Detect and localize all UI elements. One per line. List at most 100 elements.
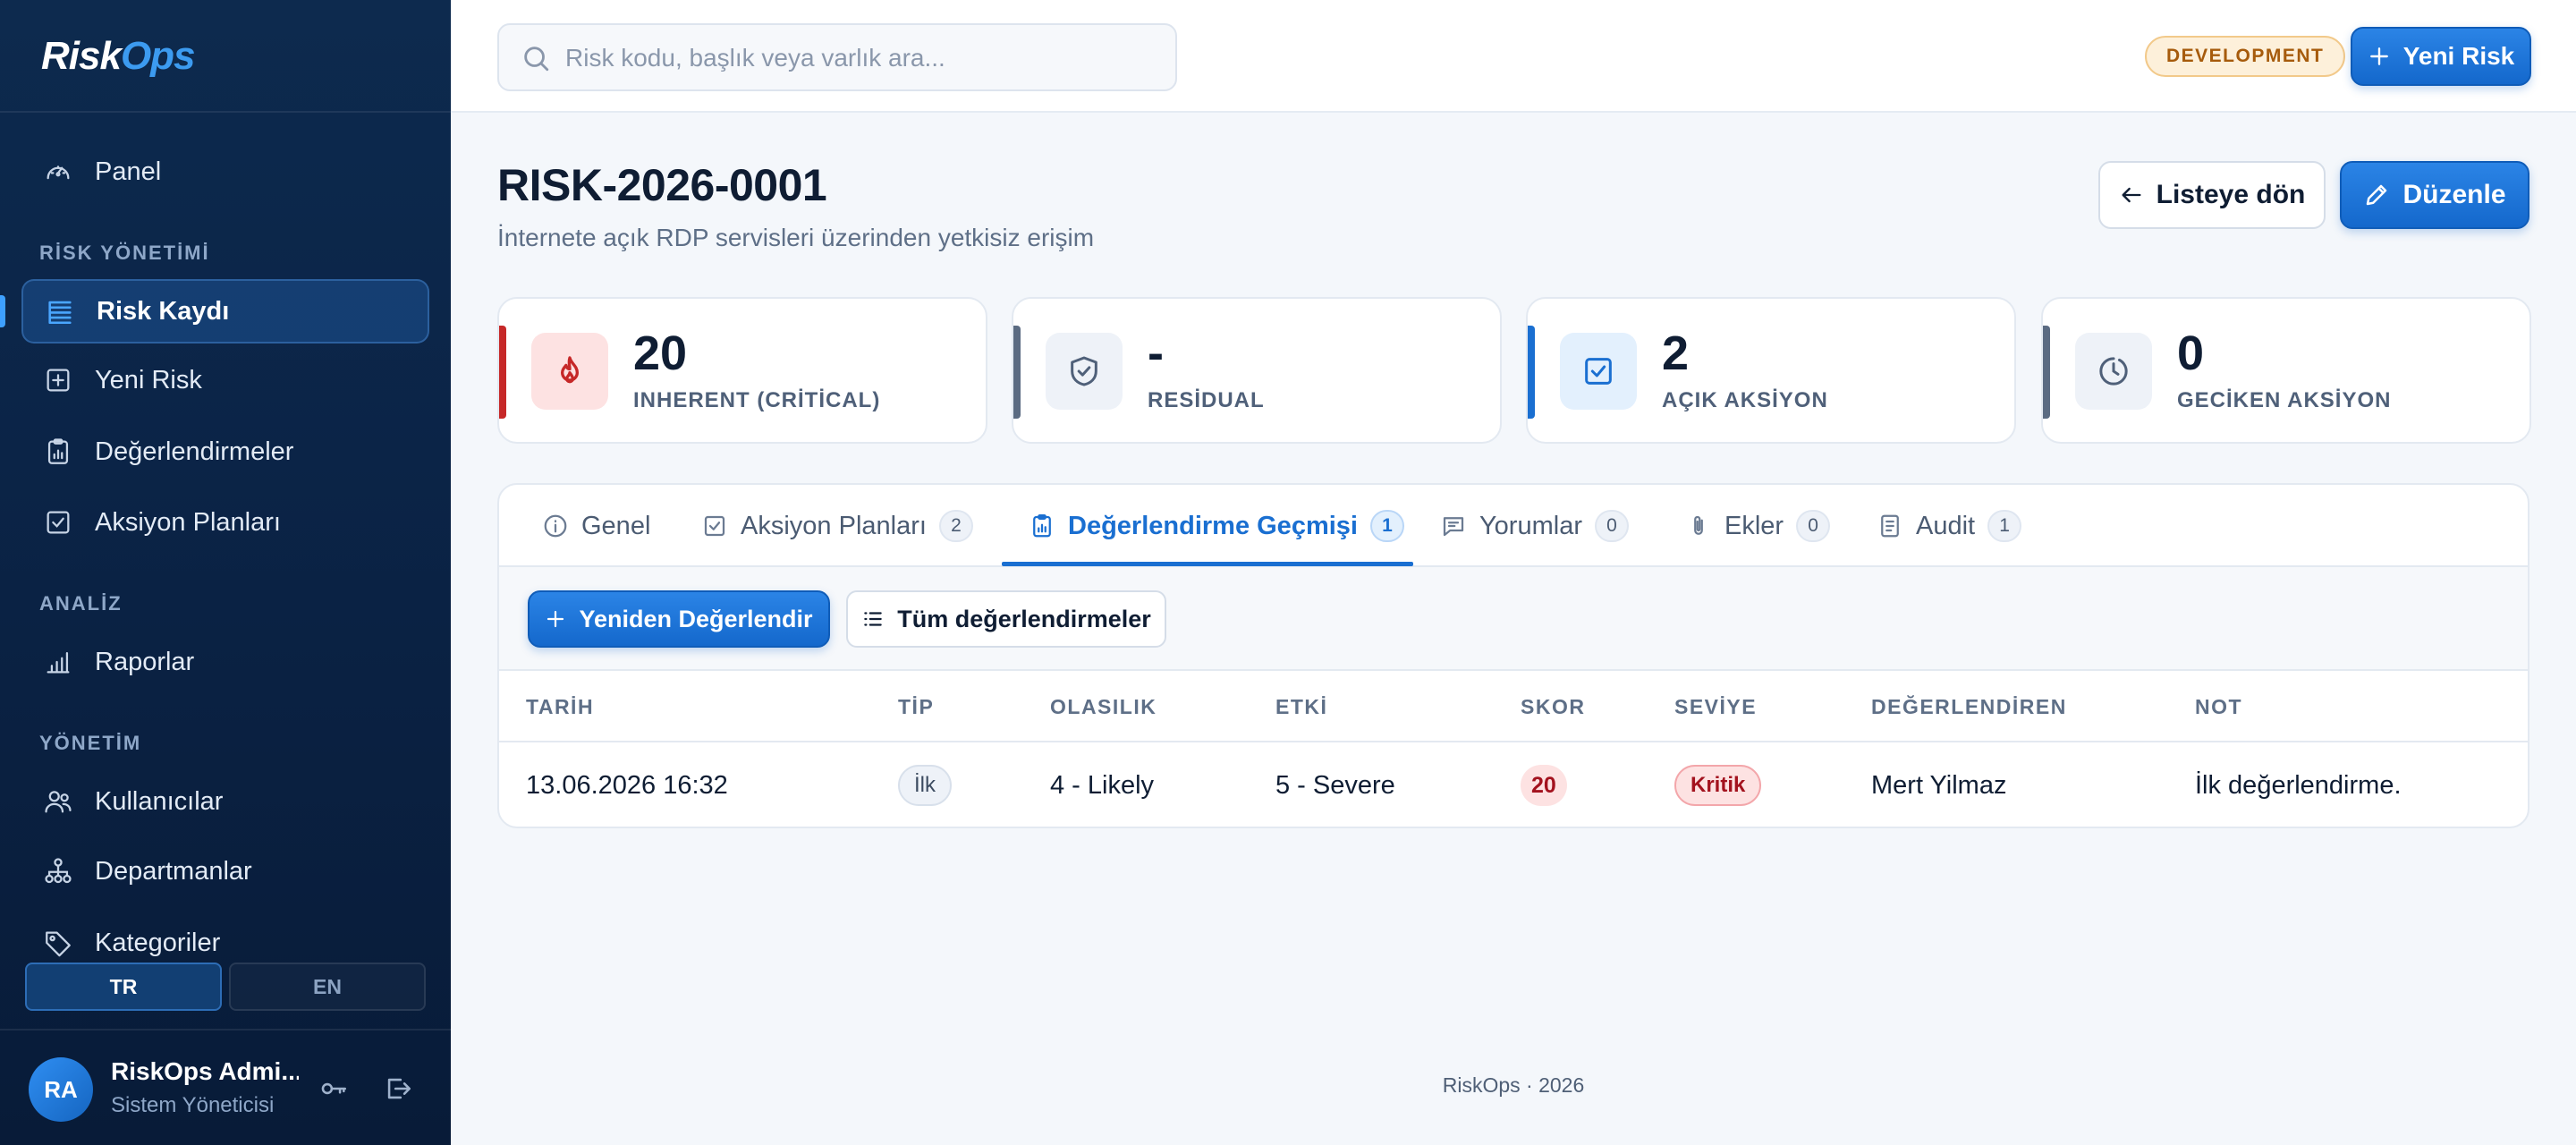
tag-icon bbox=[46, 931, 71, 957]
search-input[interactable] bbox=[565, 38, 1156, 79]
cell-score: 20 bbox=[1521, 742, 1567, 827]
column-header-note[interactable]: NOT bbox=[2195, 671, 2242, 742]
type-badge: İlk bbox=[898, 765, 952, 806]
plus-square-icon bbox=[47, 369, 70, 392]
sidebar-item-label: Kategoriler bbox=[95, 928, 221, 957]
tab-general[interactable]: Genel bbox=[542, 485, 650, 567]
kpi-label: INHERENT (CRİTİCAL) bbox=[633, 388, 881, 412]
plus-icon bbox=[2369, 47, 2388, 65]
back-button-label: Listeye dön bbox=[2156, 180, 2306, 209]
environment-badge: DEVELOPMENT bbox=[2145, 36, 2346, 77]
reassess-button[interactable]: Yeniden Değerlendir bbox=[528, 590, 830, 648]
org-chart-icon bbox=[45, 858, 72, 884]
kpi-card-open-actions: 2 AÇIK AKSİYON bbox=[1526, 297, 2016, 444]
user-role: Sistem Yöneticisi bbox=[111, 1093, 275, 1117]
sidebar-item-users[interactable]: Kullanıcılar bbox=[21, 769, 429, 834]
column-header-date[interactable]: TARİH bbox=[526, 671, 594, 742]
app-logo[interactable]: RiskOps bbox=[41, 34, 196, 79]
sidebar-item-risk-register[interactable]: Risk Kaydı bbox=[21, 279, 429, 344]
level-badge: Kritik bbox=[1674, 765, 1762, 806]
tab-label: Audit bbox=[1916, 511, 1976, 540]
tab-count-badge: 1 bbox=[1987, 510, 2022, 542]
clipboard-icon bbox=[47, 438, 69, 464]
users-icon bbox=[45, 791, 72, 813]
kpi-accent-bar bbox=[2043, 326, 2050, 419]
tab-label: Aksiyon Planları bbox=[741, 511, 927, 540]
shield-icon bbox=[1071, 356, 1097, 386]
new-risk-button[interactable]: Yeni Risk bbox=[2351, 27, 2531, 86]
search-icon bbox=[524, 47, 549, 72]
user-profile: RA RiskOps Admi... Sistem Yöneticisi bbox=[0, 1029, 451, 1145]
all-assessments-button[interactable]: Tüm değerlendirmeler bbox=[846, 590, 1166, 648]
top-bar: DEVELOPMENT Yeni Risk bbox=[451, 0, 2576, 113]
reassess-button-label: Yeniden Değerlendir bbox=[579, 605, 813, 632]
column-header-score[interactable]: SKOR bbox=[1521, 671, 1585, 742]
edit-button[interactable]: Düzenle bbox=[2340, 161, 2529, 229]
language-tr-button[interactable]: TR bbox=[25, 963, 222, 1011]
cell-type: İlk bbox=[898, 742, 952, 827]
all-assessments-label: Tüm değerlendirmeler bbox=[897, 605, 1151, 632]
tab-attachments[interactable]: Ekler 0 bbox=[1685, 485, 1831, 567]
column-header-impact[interactable]: ETKİ bbox=[1275, 671, 1327, 742]
checkbox-icon bbox=[47, 511, 70, 534]
sidebar-item-label: Yeni Risk bbox=[95, 365, 202, 394]
logout-icon[interactable] bbox=[383, 1073, 413, 1104]
tab-label: Yorumlar bbox=[1479, 511, 1582, 540]
pencil-icon bbox=[2367, 184, 2387, 206]
tab-comments[interactable]: Yorumlar 0 bbox=[1440, 485, 1629, 567]
cell-assessor: Mert Yilmaz bbox=[1871, 770, 2007, 800]
sidebar-item-reports[interactable]: Raporlar bbox=[21, 630, 429, 694]
section-label-risk: RİSK YÖNETİMİ bbox=[39, 242, 210, 264]
kpi-icon-box bbox=[2075, 333, 2152, 410]
assessment-toolbar: Yeniden Değerlendir Tüm değerlendirmeler bbox=[499, 567, 2528, 671]
column-header-assessor[interactable]: DEĞERLENDİREN bbox=[1871, 671, 2067, 742]
sidebar-item-label: Kullanıcılar bbox=[95, 786, 224, 816]
sidebar-item-new-risk[interactable]: Yeni Risk bbox=[21, 348, 429, 412]
score-badge: 20 bbox=[1521, 765, 1567, 806]
kpi-card-residual: - RESİDUAL bbox=[1012, 297, 1502, 444]
column-header-level[interactable]: SEVİYE bbox=[1674, 671, 1757, 742]
column-header-type[interactable]: TİP bbox=[898, 671, 934, 742]
sidebar-item-panel[interactable]: Panel bbox=[21, 140, 429, 204]
arrow-left-icon bbox=[2122, 187, 2141, 203]
edit-button-label: Düzenle bbox=[2402, 180, 2506, 209]
avatar[interactable]: RA bbox=[29, 1057, 93, 1122]
paperclip-icon bbox=[1694, 515, 1703, 535]
cell-impact: 5 - Severe bbox=[1275, 770, 1395, 800]
language-en-button[interactable]: EN bbox=[229, 963, 426, 1011]
list-icon bbox=[48, 301, 72, 325]
column-header-likelihood[interactable]: OLASILIK bbox=[1050, 671, 1157, 742]
tab-action-plans[interactable]: Aksiyon Planları 2 bbox=[701, 485, 973, 567]
comment-icon bbox=[1443, 517, 1464, 537]
sidebar-item-label: Panel bbox=[95, 157, 162, 186]
sidebar-item-label: Aksiyon Planları bbox=[95, 507, 281, 537]
tab-count-badge: 0 bbox=[1594, 510, 1629, 542]
table-header: TARİH TİP OLASILIK ETKİ SKOR SEVİYE DEĞE… bbox=[499, 671, 2528, 742]
tab-label: Ekler bbox=[1724, 511, 1784, 540]
checkbox-icon bbox=[704, 515, 725, 537]
kpi-accent-bar bbox=[499, 326, 506, 419]
flame-icon bbox=[561, 356, 579, 384]
kpi-label: AÇIK AKSİYON bbox=[1662, 388, 1828, 412]
kpi-value: 2 bbox=[1662, 327, 1690, 380]
page-footer: RiskOps · 2026 bbox=[1442, 1073, 1585, 1097]
new-risk-button-label: Yeni Risk bbox=[2402, 42, 2515, 70]
key-icon[interactable] bbox=[318, 1073, 349, 1104]
page-title: RISK-2026-0001 bbox=[497, 160, 827, 210]
back-to-list-button[interactable]: Listeye dön bbox=[2098, 161, 2326, 229]
kpi-card-inherent: 20 INHERENT (CRİTİCAL) bbox=[497, 297, 987, 444]
tab-assessment-history[interactable]: Değerlendirme Geçmişi 1 bbox=[1029, 485, 1404, 567]
tab-audit[interactable]: Audit 1 bbox=[1877, 485, 2022, 567]
cell-date: 13.06.2026 16:32 bbox=[526, 770, 728, 800]
kpi-icon-box bbox=[1560, 333, 1637, 410]
sidebar-item-assessments[interactable]: Değerlendirmeler bbox=[21, 420, 429, 484]
table-row[interactable]: 13.06.2026 16:32 İlk 4 - Likely 5 - Seve… bbox=[499, 742, 2528, 827]
sidebar-item-action-plans[interactable]: Aksiyon Planları bbox=[21, 490, 429, 555]
search-box[interactable] bbox=[497, 23, 1177, 91]
sidebar-item-departments[interactable]: Departmanlar bbox=[21, 839, 429, 903]
sidebar-item-label: Risk Kaydı bbox=[97, 296, 230, 326]
checkbox-icon bbox=[1585, 358, 1612, 385]
list-icon bbox=[864, 612, 882, 626]
gauge-icon bbox=[47, 165, 70, 180]
section-label-admin: YÖNETİM bbox=[39, 732, 142, 754]
